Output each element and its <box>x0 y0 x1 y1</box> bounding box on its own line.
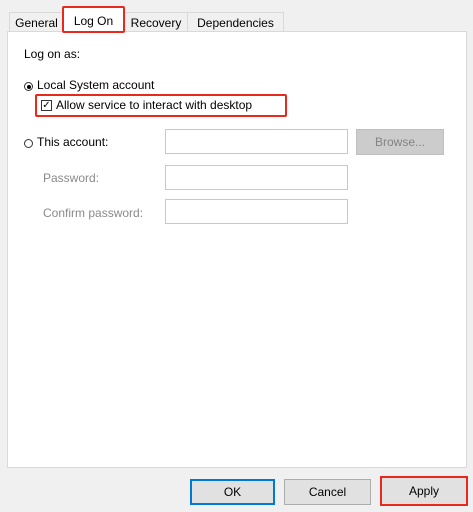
local-system-radio[interactable] <box>24 82 33 91</box>
checkmark-icon: ✓ <box>42 100 51 111</box>
confirm-password-label: Confirm password: <box>43 206 144 220</box>
password-input[interactable] <box>165 165 348 190</box>
service-properties-dialog: General Recovery Dependencies Log On Log… <box>0 0 473 512</box>
this-account-radio[interactable] <box>24 139 33 148</box>
browse-button[interactable]: Browse... <box>356 129 444 155</box>
local-system-label: Local System account <box>37 78 155 92</box>
apply-button[interactable]: Apply <box>380 476 468 506</box>
ok-button[interactable]: OK <box>190 479 275 505</box>
tab-general[interactable]: General <box>9 12 64 32</box>
radio-selected-dot <box>26 84 31 89</box>
tab-dependencies[interactable]: Dependencies <box>187 12 284 32</box>
this-account-label: This account: <box>37 135 109 149</box>
log-on-as-heading: Log on as: <box>24 47 81 61</box>
tab-recovery[interactable]: Recovery <box>124 12 188 32</box>
tab-log-on[interactable]: Log On <box>62 6 125 33</box>
log-on-panel: Log on as: Local System account ✓ Allow … <box>7 31 467 468</box>
interact-desktop-label: Allow service to interact with desktop <box>56 98 253 112</box>
password-label: Password: <box>43 171 100 185</box>
this-account-input[interactable] <box>165 129 348 154</box>
cancel-button[interactable]: Cancel <box>284 479 371 505</box>
confirm-password-input[interactable] <box>165 199 348 224</box>
interact-desktop-checkbox[interactable]: ✓ <box>41 100 52 111</box>
